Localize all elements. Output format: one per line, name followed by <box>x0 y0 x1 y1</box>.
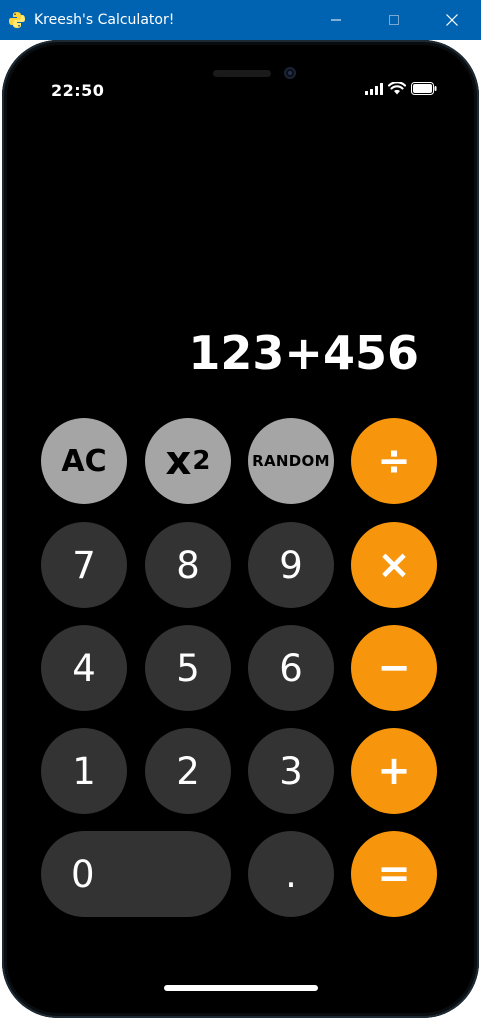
digit-6-button[interactable]: 6 <box>248 625 334 711</box>
home-indicator[interactable] <box>164 985 318 991</box>
digit-0-button[interactable]: 0 <box>41 831 231 917</box>
minimize-button[interactable] <box>307 0 365 40</box>
phone-frame: 22:50 123+456 AC x2 RANDOM ÷ 7 8 9 × 4 5… <box>2 40 479 1018</box>
digit-9-button[interactable]: 9 <box>248 522 334 608</box>
digit-7-button[interactable]: 7 <box>41 522 127 608</box>
multiply-button[interactable]: × <box>351 522 437 608</box>
random-button[interactable]: RANDOM <box>248 418 334 504</box>
square-exponent: 2 <box>192 446 211 476</box>
clear-button[interactable]: AC <box>41 418 127 504</box>
digit-1-button[interactable]: 1 <box>41 728 127 814</box>
divide-button[interactable]: ÷ <box>351 418 437 504</box>
square-button[interactable]: x2 <box>145 418 231 504</box>
window-content: 22:50 123+456 AC x2 RANDOM ÷ 7 8 9 × 4 5… <box>0 40 481 1018</box>
decimal-button[interactable]: . <box>248 831 334 917</box>
digit-2-button[interactable]: 2 <box>145 728 231 814</box>
square-label: x <box>165 438 192 484</box>
digit-3-button[interactable]: 3 <box>248 728 334 814</box>
close-icon <box>446 14 458 26</box>
maximize-icon <box>389 15 399 25</box>
keypad: AC x2 RANDOM ÷ 7 8 9 × 4 5 6 − 1 2 3 + 0… <box>2 40 479 1018</box>
minimize-icon <box>331 19 341 21</box>
subtract-button[interactable]: − <box>351 625 437 711</box>
python-icon <box>8 11 26 29</box>
equals-button[interactable]: = <box>351 831 437 917</box>
maximize-button[interactable] <box>365 0 423 40</box>
digit-8-button[interactable]: 8 <box>145 522 231 608</box>
add-button[interactable]: + <box>351 728 437 814</box>
window-title: Kreesh's Calculator! <box>34 12 175 28</box>
window-title-bar[interactable]: Kreesh's Calculator! <box>0 0 481 40</box>
close-button[interactable] <box>423 0 481 40</box>
digit-5-button[interactable]: 5 <box>145 625 231 711</box>
digit-4-button[interactable]: 4 <box>41 625 127 711</box>
